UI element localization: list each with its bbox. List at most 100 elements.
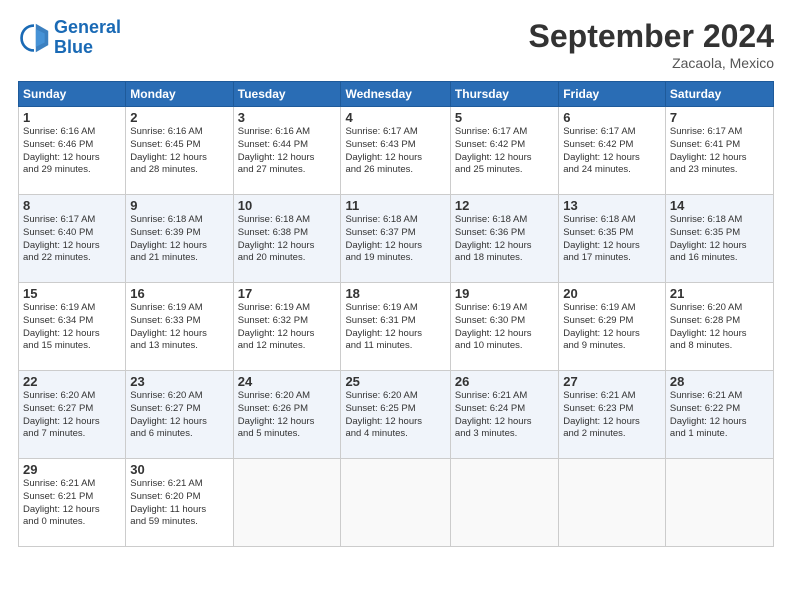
calendar-cell (665, 459, 773, 547)
calendar-week-row: 29Sunrise: 6:21 AM Sunset: 6:21 PM Dayli… (19, 459, 774, 547)
day-number: 12 (455, 198, 554, 213)
day-info: Sunrise: 6:19 AM Sunset: 6:32 PM Dayligh… (238, 302, 337, 353)
calendar-cell (233, 459, 341, 547)
day-info: Sunrise: 6:19 AM Sunset: 6:29 PM Dayligh… (563, 302, 661, 353)
calendar-cell: 6Sunrise: 6:17 AM Sunset: 6:42 PM Daylig… (559, 107, 666, 195)
calendar-cell: 7Sunrise: 6:17 AM Sunset: 6:41 PM Daylig… (665, 107, 773, 195)
day-info: Sunrise: 6:20 AM Sunset: 6:27 PM Dayligh… (130, 390, 228, 441)
calendar-cell: 21Sunrise: 6:20 AM Sunset: 6:28 PM Dayli… (665, 283, 773, 371)
calendar-cell: 22Sunrise: 6:20 AM Sunset: 6:27 PM Dayli… (19, 371, 126, 459)
calendar-cell: 26Sunrise: 6:21 AM Sunset: 6:24 PM Dayli… (450, 371, 558, 459)
location: Zacaola, Mexico (529, 55, 774, 71)
day-number: 7 (670, 110, 769, 125)
calendar-week-row: 1Sunrise: 6:16 AM Sunset: 6:46 PM Daylig… (19, 107, 774, 195)
calendar-cell: 18Sunrise: 6:19 AM Sunset: 6:31 PM Dayli… (341, 283, 450, 371)
day-number: 19 (455, 286, 554, 301)
day-info: Sunrise: 6:16 AM Sunset: 6:44 PM Dayligh… (238, 126, 337, 177)
day-number: 24 (238, 374, 337, 389)
logo-icon (18, 22, 50, 54)
day-number: 28 (670, 374, 769, 389)
calendar-cell: 25Sunrise: 6:20 AM Sunset: 6:25 PM Dayli… (341, 371, 450, 459)
day-info: Sunrise: 6:17 AM Sunset: 6:43 PM Dayligh… (345, 126, 445, 177)
day-info: Sunrise: 6:17 AM Sunset: 6:41 PM Dayligh… (670, 126, 769, 177)
day-info: Sunrise: 6:18 AM Sunset: 6:36 PM Dayligh… (455, 214, 554, 265)
day-number: 30 (130, 462, 228, 477)
day-number: 22 (23, 374, 121, 389)
calendar-cell: 24Sunrise: 6:20 AM Sunset: 6:26 PM Dayli… (233, 371, 341, 459)
calendar-cell: 8Sunrise: 6:17 AM Sunset: 6:40 PM Daylig… (19, 195, 126, 283)
calendar-cell: 17Sunrise: 6:19 AM Sunset: 6:32 PM Dayli… (233, 283, 341, 371)
day-number: 17 (238, 286, 337, 301)
day-number: 27 (563, 374, 661, 389)
logo: General Blue (18, 18, 121, 58)
day-number: 2 (130, 110, 228, 125)
day-info: Sunrise: 6:20 AM Sunset: 6:27 PM Dayligh… (23, 390, 121, 441)
day-number: 14 (670, 198, 769, 213)
day-number: 15 (23, 286, 121, 301)
day-info: Sunrise: 6:17 AM Sunset: 6:40 PM Dayligh… (23, 214, 121, 265)
header: General Blue September 2024 Zacaola, Mex… (18, 18, 774, 71)
day-info: Sunrise: 6:19 AM Sunset: 6:30 PM Dayligh… (455, 302, 554, 353)
calendar-cell: 28Sunrise: 6:21 AM Sunset: 6:22 PM Dayli… (665, 371, 773, 459)
calendar-cell: 19Sunrise: 6:19 AM Sunset: 6:30 PM Dayli… (450, 283, 558, 371)
calendar-cell: 4Sunrise: 6:17 AM Sunset: 6:43 PM Daylig… (341, 107, 450, 195)
day-number: 18 (345, 286, 445, 301)
day-number: 5 (455, 110, 554, 125)
day-number: 6 (563, 110, 661, 125)
day-number: 13 (563, 198, 661, 213)
day-info: Sunrise: 6:16 AM Sunset: 6:46 PM Dayligh… (23, 126, 121, 177)
calendar-cell: 15Sunrise: 6:19 AM Sunset: 6:34 PM Dayli… (19, 283, 126, 371)
calendar-cell: 20Sunrise: 6:19 AM Sunset: 6:29 PM Dayli… (559, 283, 666, 371)
calendar-cell: 30Sunrise: 6:21 AM Sunset: 6:20 PM Dayli… (126, 459, 233, 547)
logo-text: General Blue (54, 18, 121, 58)
calendar-week-row: 22Sunrise: 6:20 AM Sunset: 6:27 PM Dayli… (19, 371, 774, 459)
day-info: Sunrise: 6:18 AM Sunset: 6:35 PM Dayligh… (670, 214, 769, 265)
calendar-cell (450, 459, 558, 547)
day-info: Sunrise: 6:17 AM Sunset: 6:42 PM Dayligh… (455, 126, 554, 177)
day-number: 20 (563, 286, 661, 301)
calendar-cell (559, 459, 666, 547)
calendar-cell: 13Sunrise: 6:18 AM Sunset: 6:35 PM Dayli… (559, 195, 666, 283)
day-info: Sunrise: 6:20 AM Sunset: 6:28 PM Dayligh… (670, 302, 769, 353)
calendar-cell: 1Sunrise: 6:16 AM Sunset: 6:46 PM Daylig… (19, 107, 126, 195)
day-number: 11 (345, 198, 445, 213)
day-info: Sunrise: 6:18 AM Sunset: 6:39 PM Dayligh… (130, 214, 228, 265)
calendar-cell: 12Sunrise: 6:18 AM Sunset: 6:36 PM Dayli… (450, 195, 558, 283)
day-number: 21 (670, 286, 769, 301)
calendar-cell: 23Sunrise: 6:20 AM Sunset: 6:27 PM Dayli… (126, 371, 233, 459)
calendar-cell: 2Sunrise: 6:16 AM Sunset: 6:45 PM Daylig… (126, 107, 233, 195)
col-tuesday: Tuesday (233, 82, 341, 107)
month-title: September 2024 (529, 18, 774, 55)
calendar-cell: 27Sunrise: 6:21 AM Sunset: 6:23 PM Dayli… (559, 371, 666, 459)
day-info: Sunrise: 6:21 AM Sunset: 6:22 PM Dayligh… (670, 390, 769, 441)
day-number: 26 (455, 374, 554, 389)
col-thursday: Thursday (450, 82, 558, 107)
calendar-cell: 9Sunrise: 6:18 AM Sunset: 6:39 PM Daylig… (126, 195, 233, 283)
day-number: 9 (130, 198, 228, 213)
day-info: Sunrise: 6:18 AM Sunset: 6:37 PM Dayligh… (345, 214, 445, 265)
day-info: Sunrise: 6:19 AM Sunset: 6:31 PM Dayligh… (345, 302, 445, 353)
day-number: 1 (23, 110, 121, 125)
day-info: Sunrise: 6:20 AM Sunset: 6:25 PM Dayligh… (345, 390, 445, 441)
day-info: Sunrise: 6:21 AM Sunset: 6:23 PM Dayligh… (563, 390, 661, 441)
day-number: 8 (23, 198, 121, 213)
day-number: 3 (238, 110, 337, 125)
day-number: 29 (23, 462, 121, 477)
calendar-cell: 14Sunrise: 6:18 AM Sunset: 6:35 PM Dayli… (665, 195, 773, 283)
calendar-week-row: 15Sunrise: 6:19 AM Sunset: 6:34 PM Dayli… (19, 283, 774, 371)
calendar-cell: 16Sunrise: 6:19 AM Sunset: 6:33 PM Dayli… (126, 283, 233, 371)
day-info: Sunrise: 6:20 AM Sunset: 6:26 PM Dayligh… (238, 390, 337, 441)
page: General Blue September 2024 Zacaola, Mex… (0, 0, 792, 612)
calendar-cell: 3Sunrise: 6:16 AM Sunset: 6:44 PM Daylig… (233, 107, 341, 195)
col-friday: Friday (559, 82, 666, 107)
day-number: 25 (345, 374, 445, 389)
day-info: Sunrise: 6:19 AM Sunset: 6:34 PM Dayligh… (23, 302, 121, 353)
col-sunday: Sunday (19, 82, 126, 107)
calendar-table: Sunday Monday Tuesday Wednesday Thursday… (18, 81, 774, 547)
day-number: 16 (130, 286, 228, 301)
calendar-header-row: Sunday Monday Tuesday Wednesday Thursday… (19, 82, 774, 107)
day-info: Sunrise: 6:21 AM Sunset: 6:24 PM Dayligh… (455, 390, 554, 441)
col-monday: Monday (126, 82, 233, 107)
calendar-cell (341, 459, 450, 547)
day-info: Sunrise: 6:21 AM Sunset: 6:20 PM Dayligh… (130, 478, 228, 529)
